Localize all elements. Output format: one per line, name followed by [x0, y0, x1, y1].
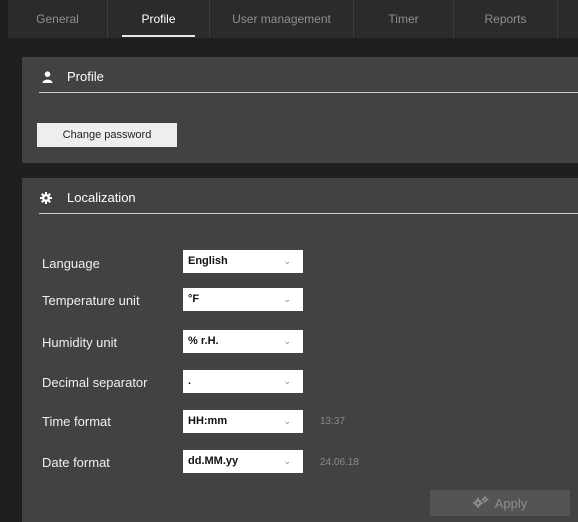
- gear-icon: [40, 192, 52, 204]
- date-format-value: dd.MM.yy: [188, 455, 239, 467]
- user-icon: [41, 71, 53, 83]
- apply-label: Apply: [494, 495, 528, 511]
- localization-section-header: Localization: [39, 189, 578, 214]
- chevron-down-icon: ⌄: [283, 376, 291, 386]
- gears-icon: [472, 495, 489, 511]
- tab-bar: General Profile User management Timer Re…: [8, 0, 578, 38]
- chevron-down-icon: ⌄: [283, 294, 291, 304]
- temperature-unit-select[interactable]: °F ⌄: [183, 288, 303, 311]
- apply-button[interactable]: Apply: [430, 490, 570, 516]
- chevron-down-icon: ⌄: [283, 256, 291, 266]
- date-format-preview: 24.06.18: [320, 457, 359, 468]
- localization-title: Localization: [67, 190, 136, 205]
- language-value: English: [188, 255, 228, 267]
- localization-panel: Localization Language English ⌄ Temperat…: [22, 178, 578, 522]
- profile-title: Profile: [67, 69, 104, 84]
- date-format-select[interactable]: dd.MM.yy ⌄: [183, 450, 303, 473]
- time-format-preview: 13:37: [320, 416, 346, 427]
- humidity-unit-value: % r.H.: [188, 335, 219, 347]
- humidity-unit-label: Humidity unit: [42, 335, 118, 350]
- chevron-down-icon: ⌄: [283, 416, 291, 426]
- chevron-down-icon: ⌄: [283, 456, 291, 466]
- language-select[interactable]: English ⌄: [183, 250, 303, 273]
- temperature-unit-label: Temperature unit: [42, 293, 140, 308]
- date-format-label: Date format: [42, 455, 110, 470]
- temperature-unit-value: °F: [188, 293, 200, 305]
- profile-section-header: Profile: [39, 68, 578, 93]
- chevron-down-icon: ⌄: [283, 336, 291, 346]
- time-format-label: Time format: [42, 414, 111, 429]
- tab-profile[interactable]: Profile: [108, 0, 210, 38]
- profile-panel: Profile Change password: [22, 57, 578, 163]
- decimal-separator-value: .: [188, 375, 192, 387]
- tab-reports[interactable]: Reports: [454, 0, 558, 38]
- decimal-separator-select[interactable]: . ⌄: [183, 370, 303, 393]
- tab-timer[interactable]: Timer: [354, 0, 454, 38]
- tab-general[interactable]: General: [8, 0, 108, 38]
- time-format-value: HH:mm: [188, 415, 228, 427]
- language-label: Language: [42, 256, 100, 271]
- decimal-separator-label: Decimal separator: [42, 375, 148, 390]
- change-password-button[interactable]: Change password: [37, 123, 177, 147]
- time-format-select[interactable]: HH:mm ⌄: [183, 410, 303, 433]
- humidity-unit-select[interactable]: % r.H. ⌄: [183, 330, 303, 353]
- tab-user-management[interactable]: User management: [210, 0, 354, 38]
